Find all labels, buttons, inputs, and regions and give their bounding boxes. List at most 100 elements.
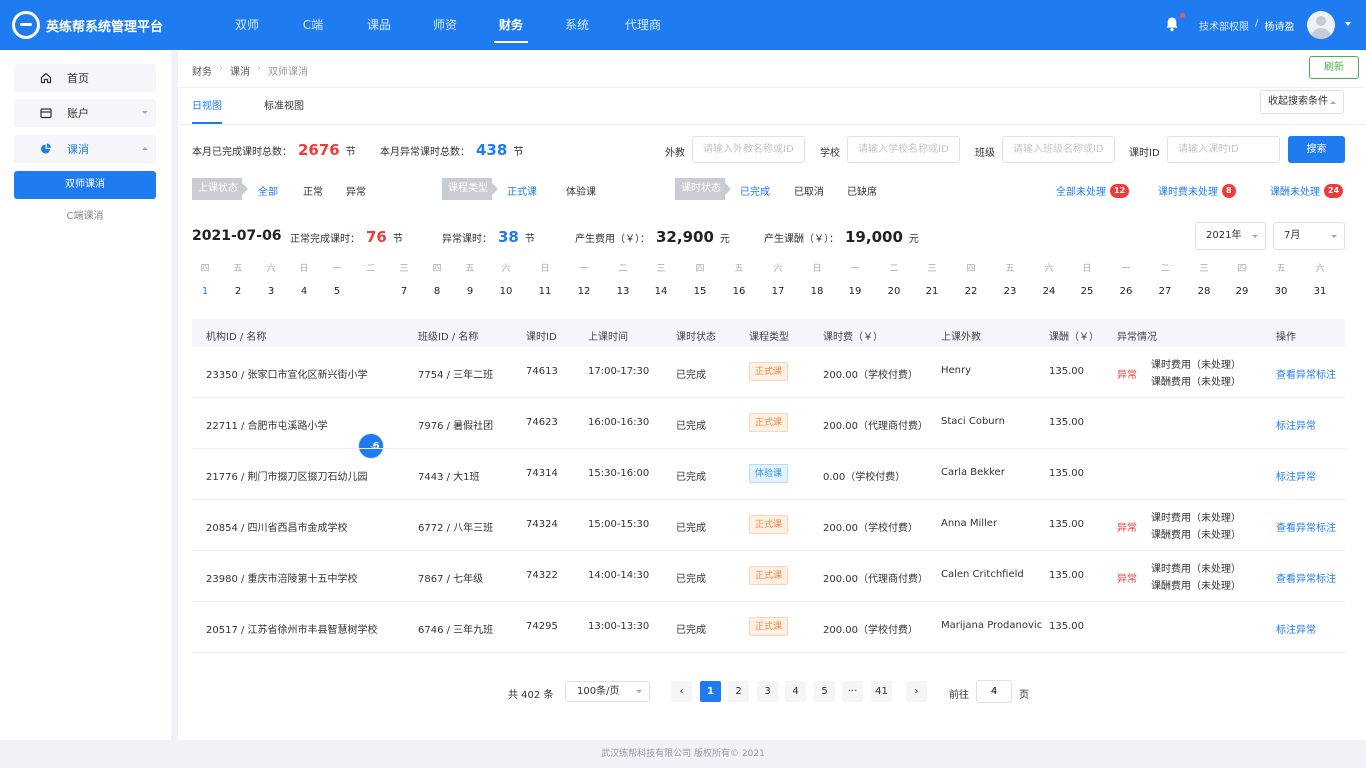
calendar-day[interactable]: 六3 — [258, 260, 284, 305]
pending-pay-link[interactable]: 课酬未处理 24 — [1270, 183, 1344, 198]
breadcrumb-item[interactable]: 财务 — [192, 63, 212, 78]
lesson-filter-absent[interactable]: 已缺席 — [847, 183, 877, 198]
calendar-day[interactable]: 日 18 — [804, 260, 830, 305]
row-action-link[interactable]: 查看异常标注 — [1276, 570, 1336, 585]
pending-fee-link[interactable]: 课时费未处理 8 — [1158, 183, 1236, 198]
weekday-label: 五 — [233, 264, 243, 274]
refresh-button[interactable]: 刷新 — [1309, 56, 1359, 79]
page-number-button[interactable]: ··· — [842, 681, 863, 702]
tab-standard-view[interactable]: 标准视图 — [264, 97, 304, 112]
attend-filter-all[interactable]: 全部 — [258, 183, 278, 198]
calendar-day[interactable]: 三 21 — [919, 260, 945, 305]
tab-day-view[interactable]: 日视图 — [192, 97, 222, 112]
nav-item[interactable]: 财务 — [478, 0, 544, 50]
page-number-button[interactable]: 2 — [728, 681, 749, 702]
app-logo[interactable]: 英练帮系统管理平台 — [12, 11, 163, 39]
calendar-day[interactable]: 二 20 — [881, 260, 907, 305]
page-number-button[interactable]: 1 — [700, 681, 721, 702]
course-filter-formal[interactable]: 正式课 — [507, 183, 537, 198]
status-cell: 已完成 — [676, 523, 706, 534]
avatar[interactable] — [1307, 11, 1335, 39]
calendar-day[interactable]: 一 26 — [1113, 260, 1139, 305]
sidebar-item-consumption[interactable]: 课消 — [14, 135, 156, 163]
weekday-label: 一 — [579, 264, 589, 274]
attend-filter-normal[interactable]: 正常 — [303, 183, 323, 198]
calendar-day[interactable]: 四 22 — [958, 260, 984, 305]
calendar-day[interactable]: 日 11 — [532, 260, 558, 305]
row-action-link[interactable]: 标注异常 — [1276, 417, 1316, 432]
class-cell: 7867 / 七年级 — [418, 574, 484, 585]
prev-page-button[interactable]: ‹ — [671, 681, 692, 702]
next-page-button[interactable]: › — [906, 681, 927, 702]
page-number-button[interactable]: 5 — [814, 681, 835, 702]
calendar-day[interactable]: 四8 — [424, 260, 450, 305]
nav-item[interactable]: C端 — [280, 0, 346, 50]
calendar-day[interactable]: 二 13 — [610, 260, 636, 305]
table-row: 20854 / 四川省西昌市金成学校 6772 / 八年三班 74324 15:00-… — [192, 500, 1345, 551]
calendar-day[interactable]: 六 31 — [1307, 260, 1333, 305]
goto-page-input[interactable] — [976, 680, 1012, 703]
calendar-day[interactable]: 一 12 — [571, 260, 597, 305]
row-action-link[interactable]: 查看异常标注 — [1276, 519, 1336, 534]
user-info[interactable]: 技术部权限 / 杨诗盈 — [1199, 18, 1294, 33]
calendar-day[interactable]: 六 17 — [765, 260, 791, 305]
calendar-day[interactable]: 一 19 — [842, 260, 868, 305]
pending-all-link[interactable]: 全部未处理 12 — [1056, 183, 1130, 198]
class-search-input[interactable] — [1002, 136, 1115, 163]
calendar-day[interactable]: 六 24 — [1036, 260, 1062, 305]
teacher-search-input[interactable] — [692, 136, 805, 163]
calendar-day[interactable]: 二 27 — [1152, 260, 1178, 305]
user-menu-caret-icon[interactable] — [1345, 22, 1351, 26]
nav-item[interactable]: 系统 — [544, 0, 610, 50]
nav-item[interactable]: 代理商 — [610, 0, 676, 50]
calendar-day[interactable]: 五9 — [457, 260, 483, 305]
calendar-day[interactable]: 三7 — [391, 260, 417, 305]
calendar-day[interactable]: 二6 — [358, 260, 384, 459]
nav-item[interactable]: 师资 — [412, 0, 478, 50]
breadcrumb-item[interactable]: 课消 — [230, 63, 250, 78]
calendar-day[interactable]: 四1 — [192, 260, 218, 305]
class-cell: 7754 / 三年二班 — [418, 370, 494, 381]
page-number-button[interactable]: 41 — [871, 681, 892, 702]
row-action-link[interactable]: 标注异常 — [1276, 621, 1316, 636]
sidebar-item-account[interactable]: 账户 — [14, 99, 156, 127]
calendar-day[interactable]: 六 10 — [493, 260, 519, 305]
collapse-search-button[interactable]: 收起搜索条件 — [1260, 90, 1344, 114]
calendar-day[interactable]: 三 14 — [648, 260, 674, 305]
calendar-day[interactable]: 一5 — [324, 260, 350, 305]
calendar-day[interactable]: 五 23 — [997, 260, 1023, 305]
calendar-day[interactable]: 三 28 — [1191, 260, 1217, 305]
calendar-day[interactable]: 四 29 — [1229, 260, 1255, 305]
page-number-button[interactable]: 3 — [757, 681, 778, 702]
stat-value: 2676 — [298, 141, 340, 159]
month-select[interactable]: 7月 — [1273, 222, 1345, 250]
sidebar-item-home[interactable]: 首页 — [14, 64, 156, 92]
year-select[interactable]: 2021年 — [1195, 222, 1266, 250]
calendar-day[interactable]: 五 16 — [726, 260, 752, 305]
calendar-day[interactable]: 日4 — [291, 260, 317, 305]
course-filter-trial[interactable]: 体验课 — [566, 183, 596, 198]
nav-item[interactable]: 课品 — [346, 0, 412, 50]
calendar-day[interactable]: 五 30 — [1268, 260, 1294, 305]
divider — [178, 87, 1366, 88]
lesson-filter-cancelled[interactable]: 已取消 — [794, 183, 824, 198]
lesson-id-cell: 74295 — [526, 621, 558, 632]
lesson-id-input[interactable] — [1167, 136, 1280, 163]
calendar-day[interactable]: 日 25 — [1074, 260, 1100, 305]
attend-filter-abnormal[interactable]: 异常 — [346, 183, 366, 198]
school-search-input[interactable] — [847, 136, 960, 163]
search-button[interactable]: 搜索 — [1288, 136, 1345, 163]
sidebar-sub-dual-teacher[interactable]: 双师课消 — [14, 171, 156, 199]
lesson-filter-completed[interactable]: 已完成 — [740, 183, 770, 198]
nav-item[interactable]: 双师 — [214, 0, 280, 50]
row-action-link[interactable]: 标注异常 — [1276, 468, 1316, 483]
abnormal-detail: 课时费用（未处理） 课酬费用（未处理） — [1151, 357, 1241, 391]
page-size-select[interactable]: 100条/页 — [565, 681, 650, 702]
calendar-day[interactable]: 四 15 — [687, 260, 713, 305]
sidebar-sub-c-end[interactable]: C端课消 — [14, 203, 156, 231]
row-action-link[interactable]: 查看异常标注 — [1276, 366, 1336, 381]
course-type-tag: 正式课 — [749, 566, 789, 585]
bell-icon[interactable] — [1164, 16, 1180, 32]
calendar-day[interactable]: 五2 — [225, 260, 251, 305]
page-number-button[interactable]: 4 — [785, 681, 806, 702]
